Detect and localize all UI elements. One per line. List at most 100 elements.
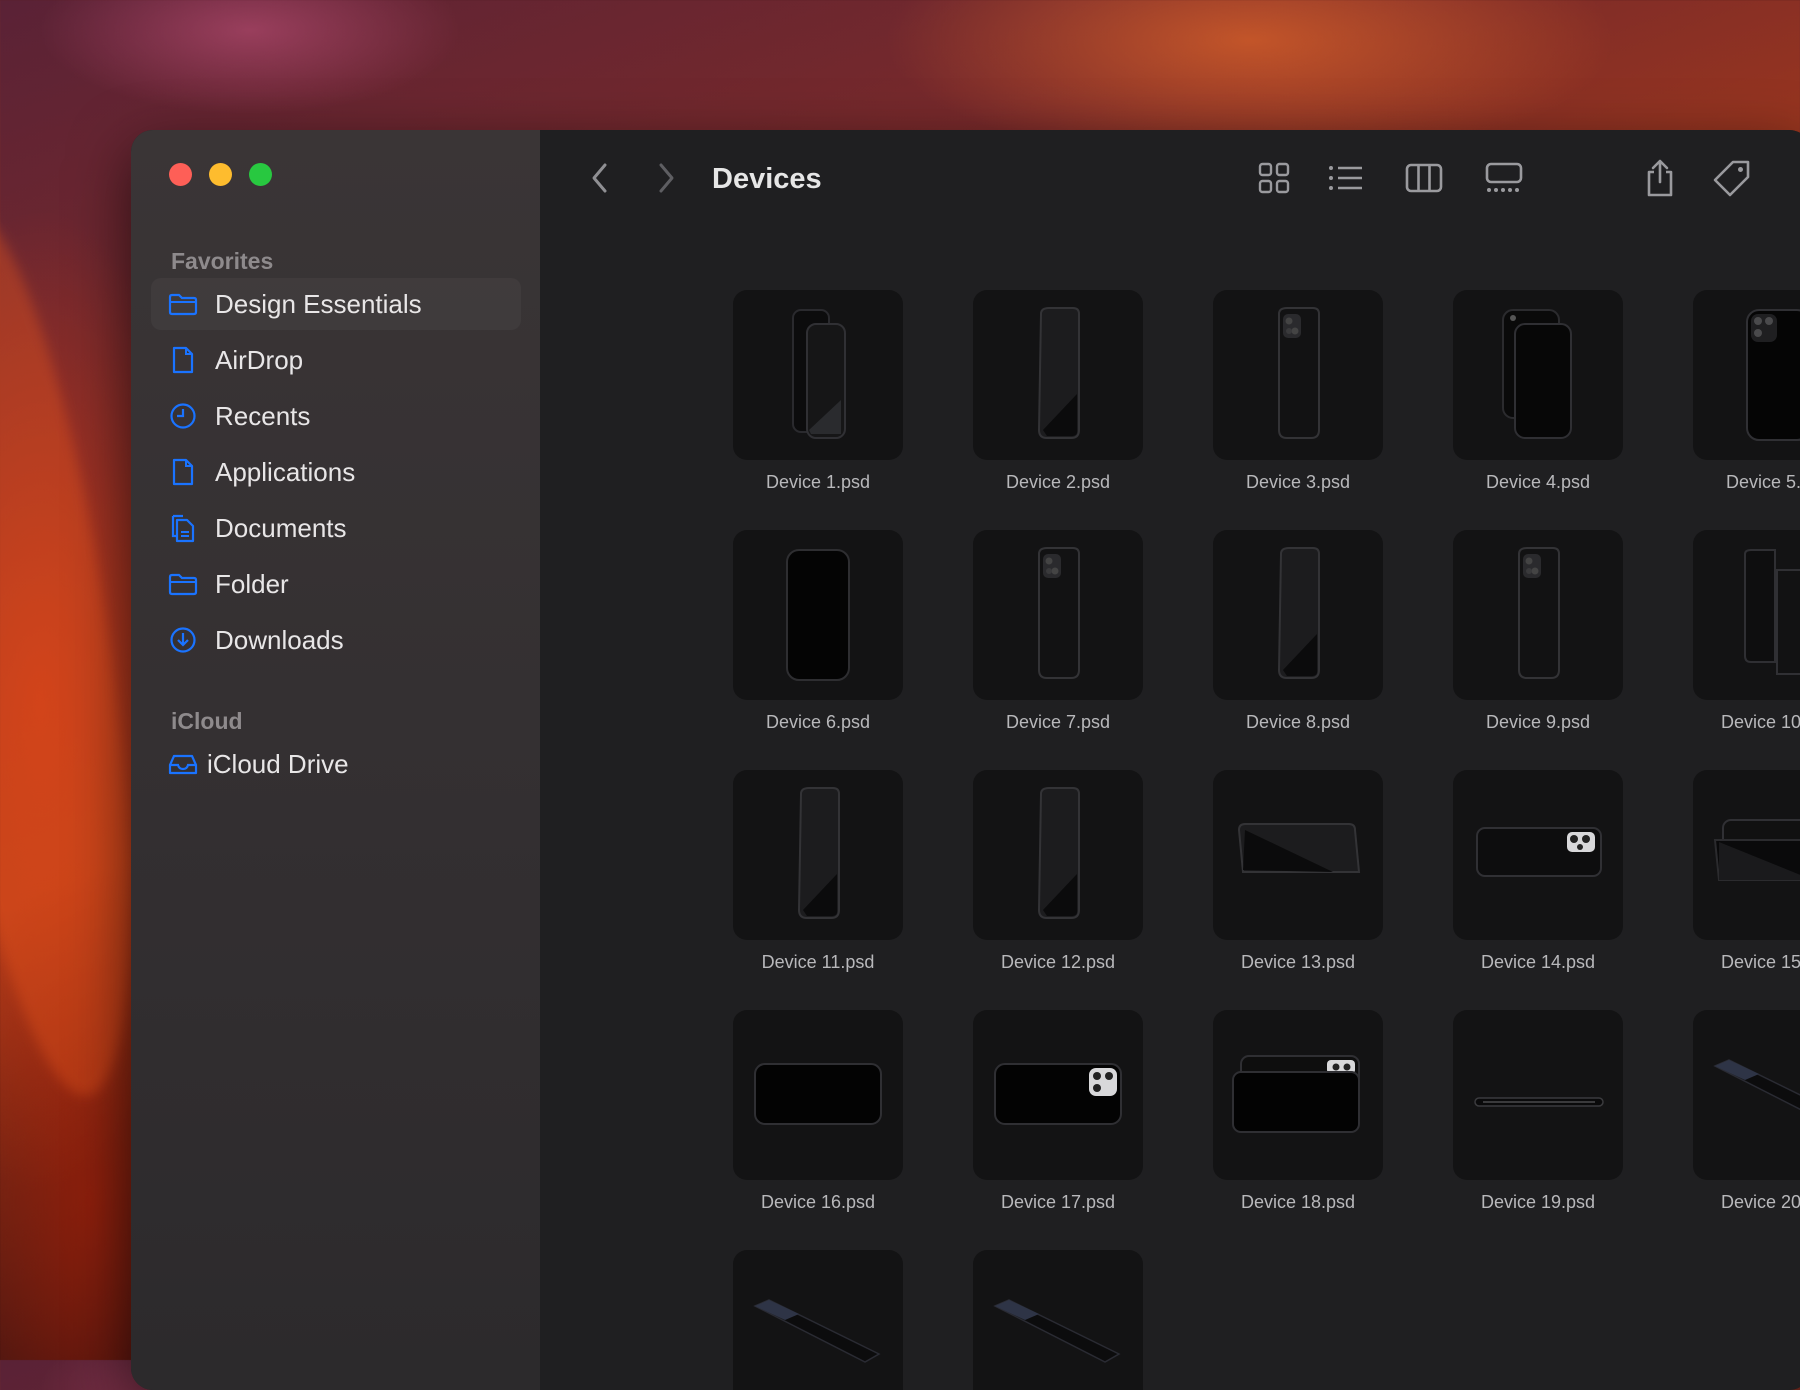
share-icon <box>1644 158 1676 203</box>
column-view-button[interactable] <box>1402 158 1446 202</box>
chevron-right-icon <box>655 161 677 200</box>
file-item[interactable]: Device 4.psd <box>1453 290 1623 492</box>
sidebar-item-label: Documents <box>215 512 347 543</box>
file-item[interactable]: Device 10.psd <box>1693 530 1800 732</box>
file-item[interactable]: Device 17.psd <box>973 1010 1143 1212</box>
file-thumbnail[interactable] <box>733 770 903 940</box>
file-item[interactable]: Device 14.psd <box>1453 770 1623 972</box>
sidebar-item-airdrop[interactable]: AirDrop <box>151 334 521 386</box>
window-title: Devices <box>712 163 822 195</box>
sidebar-item-documents[interactable]: Documents <box>151 502 521 554</box>
file-thumbnail[interactable] <box>973 1250 1143 1390</box>
gallery-view-icon <box>1485 162 1523 199</box>
clock-icon <box>167 400 199 432</box>
file-item[interactable]: Device 1.psd <box>733 290 903 492</box>
file-item[interactable]: Device 11.psd <box>733 770 903 972</box>
zoom-button[interactable] <box>249 163 272 186</box>
sidebar-item-recents[interactable]: Recents <box>151 390 521 442</box>
sidebar-item-icloud-drive[interactable]: iCloud Drive <box>151 738 521 790</box>
file-name: Device 7.psd <box>1005 712 1111 732</box>
icloud-section-title: iCloud <box>171 708 243 734</box>
file-item[interactable]: Device 5.psd <box>1693 290 1800 492</box>
file-thumbnail[interactable] <box>1213 530 1383 700</box>
file-thumbnail[interactable] <box>1693 290 1800 460</box>
file-thumbnail[interactable] <box>973 770 1143 940</box>
file-name: Device 16.psd <box>760 1192 876 1212</box>
file-thumbnail[interactable] <box>973 530 1143 700</box>
minimize-button[interactable] <box>209 163 232 186</box>
file-name: Device 3.psd <box>1245 472 1351 492</box>
file-thumbnail[interactable] <box>973 290 1143 460</box>
file-item[interactable]: Device 9.psd <box>1453 530 1623 732</box>
file-name: Device 20.psd <box>1720 1192 1800 1212</box>
file-item[interactable]: Device 16.psd <box>733 1010 903 1212</box>
file-item[interactable]: Device 19.psd <box>1453 1010 1623 1212</box>
forward-button[interactable] <box>644 158 688 202</box>
column-view-icon <box>1405 163 1443 198</box>
file-thumbnail[interactable] <box>1693 530 1800 700</box>
finder-window: Favorites Design Essentials AirDrop Rece… <box>131 130 1800 1390</box>
file-thumbnail[interactable] <box>1213 290 1383 460</box>
file-item[interactable]: Device 20.psd <box>1693 1010 1800 1212</box>
file-thumbnail[interactable] <box>733 290 903 460</box>
file-item[interactable]: Device 3.psd <box>1213 290 1383 492</box>
file-item[interactable] <box>973 1250 1143 1390</box>
file-item[interactable]: Device 6.psd <box>733 530 903 732</box>
share-button[interactable] <box>1638 158 1682 202</box>
file-item[interactable]: Device 7.psd <box>973 530 1143 732</box>
icon-view-icon <box>1258 162 1290 199</box>
file-name: Device 18.psd <box>1240 1192 1356 1212</box>
document-icon <box>167 344 199 376</box>
cloud-drive-icon <box>167 748 199 780</box>
icon-view-button[interactable] <box>1252 158 1296 202</box>
list-view-icon <box>1328 164 1364 197</box>
file-name: Device 1.psd <box>765 472 871 492</box>
file-thumbnail[interactable] <box>733 1250 903 1390</box>
file-item[interactable]: Device 2.psd <box>973 290 1143 492</box>
sidebar-item-label: Folder <box>215 568 289 599</box>
sidebar-item-label: AirDrop <box>215 344 304 375</box>
file-item[interactable]: Device 18.psd <box>1213 1010 1383 1212</box>
sidebar-item-label: Applications <box>215 456 356 487</box>
file-name: Device 4.psd <box>1485 472 1591 492</box>
sidebar-item-applications[interactable]: Applications <box>151 446 521 498</box>
sidebar-item-label: Downloads <box>215 624 344 655</box>
document-icon <box>167 456 199 488</box>
download-icon <box>167 624 199 656</box>
gallery-view-button[interactable] <box>1482 158 1526 202</box>
sidebar-item-label: Recents <box>215 400 311 431</box>
close-button[interactable] <box>169 163 192 186</box>
file-thumbnail[interactable] <box>1453 1010 1623 1180</box>
sidebar-item-downloads[interactable]: Downloads <box>151 614 521 666</box>
file-item[interactable]: Device 12.psd <box>973 770 1143 972</box>
list-view-button[interactable] <box>1324 158 1368 202</box>
file-thumbnail[interactable] <box>1453 530 1623 700</box>
sidebar-item-label: iCloud Drive <box>207 748 349 779</box>
sidebar-item-design-essentials[interactable]: Design Essentials <box>151 278 521 330</box>
file-name: Device 5.psd <box>1725 472 1800 492</box>
sidebar-item-label: Design Essentials <box>215 288 422 319</box>
file-name: Device 17.psd <box>1000 1192 1116 1212</box>
file-name: Device 2.psd <box>1005 472 1111 492</box>
file-thumbnail[interactable] <box>1213 770 1383 940</box>
file-item[interactable]: Device 15.psd <box>1693 770 1800 972</box>
tag-icon <box>1713 159 1751 202</box>
sidebar-item-folder[interactable]: Folder <box>151 558 521 610</box>
file-thumbnail[interactable] <box>733 530 903 700</box>
file-thumbnail[interactable] <box>1453 290 1623 460</box>
file-thumbnail[interactable] <box>1693 770 1800 940</box>
file-name: Device 14.psd <box>1480 952 1596 972</box>
back-button[interactable] <box>578 158 622 202</box>
file-item[interactable]: Device 8.psd <box>1213 530 1383 732</box>
file-thumbnail[interactable] <box>973 1010 1143 1180</box>
file-item[interactable] <box>733 1250 903 1390</box>
file-thumbnail[interactable] <box>1693 1010 1800 1180</box>
file-thumbnail[interactable] <box>1213 1010 1383 1180</box>
file-name: Device 8.psd <box>1245 712 1351 732</box>
file-name: Device 19.psd <box>1480 1192 1596 1212</box>
tag-button[interactable] <box>1710 158 1754 202</box>
file-thumbnail[interactable] <box>1453 770 1623 940</box>
file-thumbnail[interactable] <box>733 1010 903 1180</box>
file-name: Device 11.psd <box>761 952 875 972</box>
file-item[interactable]: Device 13.psd <box>1213 770 1383 972</box>
